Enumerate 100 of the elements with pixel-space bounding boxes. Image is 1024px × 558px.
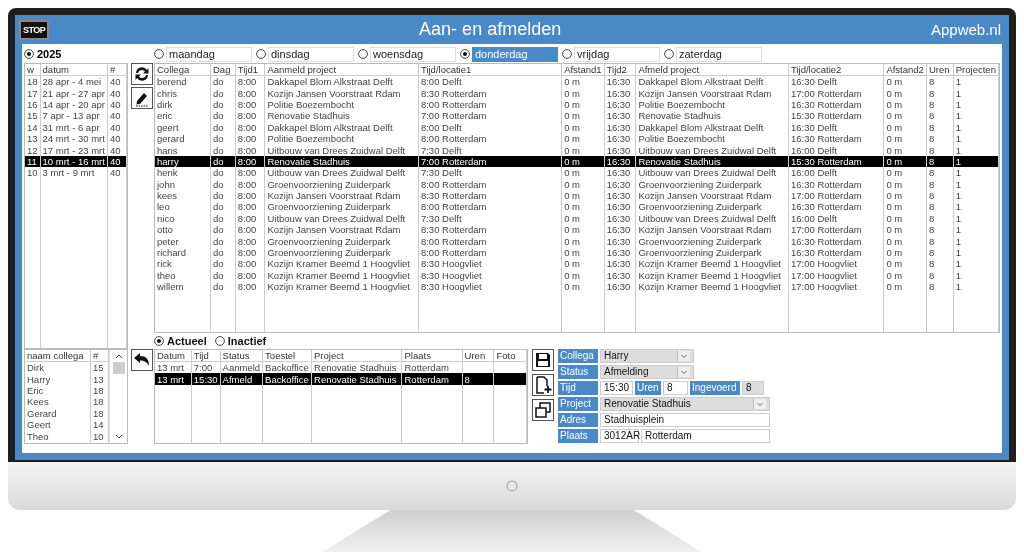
- dropdown-field[interactable]: Renovatie Stadhuis: [600, 397, 770, 411]
- column-header[interactable]: #: [107, 64, 127, 76]
- table-row[interactable]: Eric 18: [25, 384, 109, 397]
- day-option[interactable]: maandag: [166, 46, 252, 62]
- table-row[interactable]: chris do 8:00 Kozijn Jansen Voorstraat Rdam 8:30 Rotterdam 0 m 16:30 Kozijn Jansen Voorstraat Rdam 17:00 Rotterdam 0 m 8 1: [155, 87, 999, 99]
- table-row[interactable]: Kees 18: [25, 396, 109, 408]
- save-icon[interactable]: [532, 349, 554, 371]
- column-header[interactable]: Aanmeld project: [264, 64, 419, 76]
- stop-button[interactable]: STOP: [19, 19, 50, 40]
- column-header[interactable]: #: [90, 350, 109, 362]
- radio-button[interactable]: [24, 49, 34, 59]
- pencil-icon[interactable]: [131, 87, 153, 109]
- new-document-icon[interactable]: [532, 374, 554, 396]
- column-header[interactable]: Dag: [210, 64, 236, 76]
- day-option[interactable]: vrijdag: [574, 46, 660, 62]
- radio-button[interactable]: [256, 49, 266, 59]
- table-row[interactable]: 12 17 mrt - 23 mrt 40: [25, 144, 127, 156]
- table-row[interactable]: 10 3 mrt - 9 mrt 40: [25, 167, 127, 179]
- input-field[interactable]: Rotterdam: [641, 429, 770, 443]
- column-header[interactable]: Datum: [155, 350, 192, 362]
- table-row[interactable]: henk do 8:00 Uitbouw van Drees Zuidwal Delft 7:30 Delft 0 m 16:30 Uitbouw van Drees Zuidwal Delft 16:00 Delft 0 m 8 1: [155, 167, 999, 179]
- table-row[interactable]: 13 mrt 15:30 Afmeld Backoffice Renovatie Stadhuis Rotterdam 8: [155, 373, 527, 385]
- table-row[interactable]: kees do 8:00 Kozijn Jansen Voorstraat Rdam 8:30 Rotterdam 0 m 16:30 Kozijn Jansen Voorstraat Rdam 17:00 Rotterdam 0 m 8 1: [155, 189, 999, 202]
- column-header[interactable]: Foto: [493, 350, 527, 362]
- column-header[interactable]: Tijd/locatie2: [788, 64, 884, 76]
- day-option[interactable]: zaterdag: [676, 46, 762, 62]
- dropdown-field[interactable]: Harry: [600, 349, 694, 363]
- column-header[interactable]: Afstand1: [561, 64, 605, 76]
- table-row[interactable]: 13 24 mrt - 30 mrt 40: [25, 132, 127, 145]
- column-header[interactable]: Afstand2: [883, 64, 927, 76]
- column-header[interactable]: Collega: [155, 64, 211, 76]
- column-header[interactable]: Project: [311, 350, 402, 362]
- radio-button[interactable]: [460, 49, 470, 59]
- table-row[interactable]: leo do 8:00 Groenvoorziening Zuiderpark 8:00 Rotterdam 0 m 16:30 Groenvoorziening Zuiderpark 16:30 Rotterdam 0 m 8 1: [155, 201, 999, 213]
- column-header[interactable]: Status: [220, 350, 263, 362]
- radio-label[interactable]: Actueel: [167, 335, 207, 347]
- table-row[interactable]: theo do 8:00 Kozijn Kramer Beemd 1 Hoogvliet 8:30 Hoogvliet 0 m 16:30 Kozijn Kramer Beemd 1 Hoogvliet 17:00 Hoogvliet 0 m 8 1: [155, 269, 999, 282]
- table-row[interactable]: eric do 8:00 Renovatie Stadhuis 7:00 Rotterdam 0 m 16:30 Renovatie Stadhuis 15:30 Rotterdam 0 m 8 1: [155, 110, 999, 122]
- input-field[interactable]: 3012AR: [600, 429, 639, 443]
- table-row[interactable]: willem do 8:00 Kozijn Kramer Beemd 1 Hoogvliet 8:30 Hoogvliet 0 m 16:30 Kozijn Kramer Beemd 1 Hoogvliet 17:00 Hoogvliet 0 m 8 1: [155, 281, 999, 293]
- column-header[interactable]: naam collega: [25, 350, 91, 362]
- table-row[interactable]: geert do 8:00 Dakkapel Blom Alkstraat Delft 8:00 Delft 0 m 16:30 Dakkapel Blom Alkstraat Delft 16:30 Delft 0 m 8 1: [155, 121, 999, 133]
- table-row[interactable]: 17 21 apr - 27 apr 40: [25, 87, 127, 99]
- column-header[interactable]: Tijd/locatie1: [418, 64, 562, 76]
- table-row[interactable]: 18 28 apr - 4 mei 40: [25, 75, 127, 88]
- table-row[interactable]: 16 14 apr - 20 apr 40: [25, 98, 127, 111]
- radio-button[interactable]: [154, 49, 164, 59]
- column-header[interactable]: Tijd1: [235, 64, 265, 76]
- table-row[interactable]: peter do 8:00 Groenvoorziening Zuiderpark 8:00 Rotterdam 0 m 16:30 Groenvoorziening Zuiderpark 16:30 Rotterdam 0 m 8 1: [155, 235, 999, 247]
- input-field[interactable]: Stadhuisplein: [600, 413, 770, 427]
- scrollbar[interactable]: [109, 350, 127, 443]
- table-row[interactable]: Harry 13: [25, 373, 109, 385]
- table-row[interactable]: nico do 8:00 Uitbouw van Drees Zuidwal Delft 7:30 Delft 0 m 16:30 Uitbouw van Drees Zuidwal Delft 16:00 Delft 0 m 8 1: [155, 212, 999, 225]
- table-row[interactable]: rick do 8:00 Kozijn Kramer Beemd 1 Hoogvliet 8:30 Hoogvliet 0 m 16:30 Kozijn Kramer Beemd 1 Hoogvliet 17:00 Hoogvliet 0 m 8 1: [155, 258, 999, 270]
- table-row[interactable]: richard do 8:00 Groenvoorziening Zuiderpark 8:00 Rotterdam 0 m 16:30 Groenvoorziening Zuiderpark 16:30 Rotterdam 0 m 8 1: [155, 246, 999, 259]
- column-header[interactable]: Plaats: [402, 350, 463, 362]
- column-header[interactable]: Uren: [462, 350, 494, 362]
- radio-button[interactable]: [154, 336, 164, 346]
- table-row[interactable]: berend do 8:00 Dakkapel Blom Alkstraat Delft 8:00 Delft 0 m 16:30 Dakkapel Blom Alkstraat Delft 16:30 Delft 0 m 8 1: [155, 75, 999, 88]
- column-header[interactable]: Projecten: [953, 64, 999, 76]
- radio-button[interactable]: [664, 49, 674, 59]
- table-row[interactable]: 15 7 apr - 13 apr 40: [25, 110, 127, 122]
- table-row[interactable]: john do 8:00 Groenvoorziening Zuiderpark 8:00 Rotterdam 0 m 16:30 Groenvoorziening Zuiderpark 16:30 Rotterdam 0 m 8 1: [155, 178, 999, 190]
- duplicate-icon[interactable]: [532, 399, 554, 421]
- column-header[interactable]: datum: [40, 64, 108, 76]
- column-header[interactable]: Tijd: [191, 350, 221, 362]
- column-header[interactable]: Tijd2: [604, 64, 636, 76]
- table-row[interactable]: otto do 8:00 Kozijn Jansen Voorstraat Rdam 8:30 Rotterdam 0 m 16:30 Kozijn Jansen Voorstraat Rdam 17:00 Rotterdam 0 m 8 1: [155, 224, 999, 236]
- table-row[interactable]: dirk do 8:00 Politie Boezembocht 8:00 Rotterdam 0 m 16:30 Politie Boezembocht 16:30 Rotterdam 0 m 8 1: [155, 98, 999, 111]
- day-option[interactable]: donderdag: [472, 46, 558, 62]
- column-header[interactable]: w: [25, 64, 41, 76]
- scroll-down-icon[interactable]: [114, 434, 123, 440]
- table-row[interactable]: Theo 10: [25, 430, 109, 442]
- day-option[interactable]: dinsdag: [268, 46, 354, 62]
- table-cell: 14: [27, 121, 38, 133]
- radio-button[interactable]: [562, 49, 572, 59]
- column-header[interactable]: Afmeld project: [635, 64, 789, 76]
- radio-button[interactable]: [358, 49, 368, 59]
- radio-button[interactable]: [214, 336, 225, 346]
- table-cell: 7 apr - 13 apr: [42, 110, 100, 122]
- table-cell: 8:30 Hoogvliet: [420, 269, 482, 281]
- table-row[interactable]: harry do 8:00 Renovatie Stadhuis 7:00 Rotterdam 0 m 16:30 Renovatie Stadhuis 15:30 Rotterdam 0 m 8 1: [155, 155, 999, 168]
- day-option[interactable]: woensdag: [370, 46, 456, 62]
- radio-label[interactable]: Inactief: [227, 335, 267, 347]
- table-row[interactable]: hans do 8:00 Uitbouw van Drees Zuidwal Delft 7:30 Delft 0 m 16:30 Uitbouw van Drees Zuidwal Delft 16:00 Delft 0 m 8 1: [155, 144, 999, 156]
- table-row[interactable]: gerard do 8:00 Politie Boezembocht 8:00 Rotterdam 0 m 16:30 Politie Boezembocht 16:30 Rotterdam 0 m 8 1: [155, 132, 999, 145]
- refresh-icon[interactable]: [131, 63, 153, 85]
- dropdown-field[interactable]: Afmelding: [600, 365, 694, 379]
- table-cell: Kozijn Jansen Voorstraat Rdam: [638, 190, 772, 202]
- table-row[interactable]: Dirk 15: [25, 361, 109, 374]
- column-header[interactable]: Toestel: [262, 350, 312, 362]
- input-field[interactable]: 15:30: [600, 381, 633, 395]
- column-header[interactable]: Uren: [926, 64, 954, 76]
- table-row[interactable]: Geert 14: [25, 418, 109, 431]
- table-cell: 8:00 Rotterdam: [420, 201, 487, 213]
- table-row[interactable]: Gerard 18: [25, 407, 109, 419]
- table-row[interactable]: 14 31 mrt - 6 apr 40: [25, 121, 127, 133]
- input-field[interactable]: 8: [663, 381, 688, 395]
- scroll-up-icon[interactable]: [114, 353, 123, 359]
- scroll-thumb[interactable]: [112, 362, 125, 374]
